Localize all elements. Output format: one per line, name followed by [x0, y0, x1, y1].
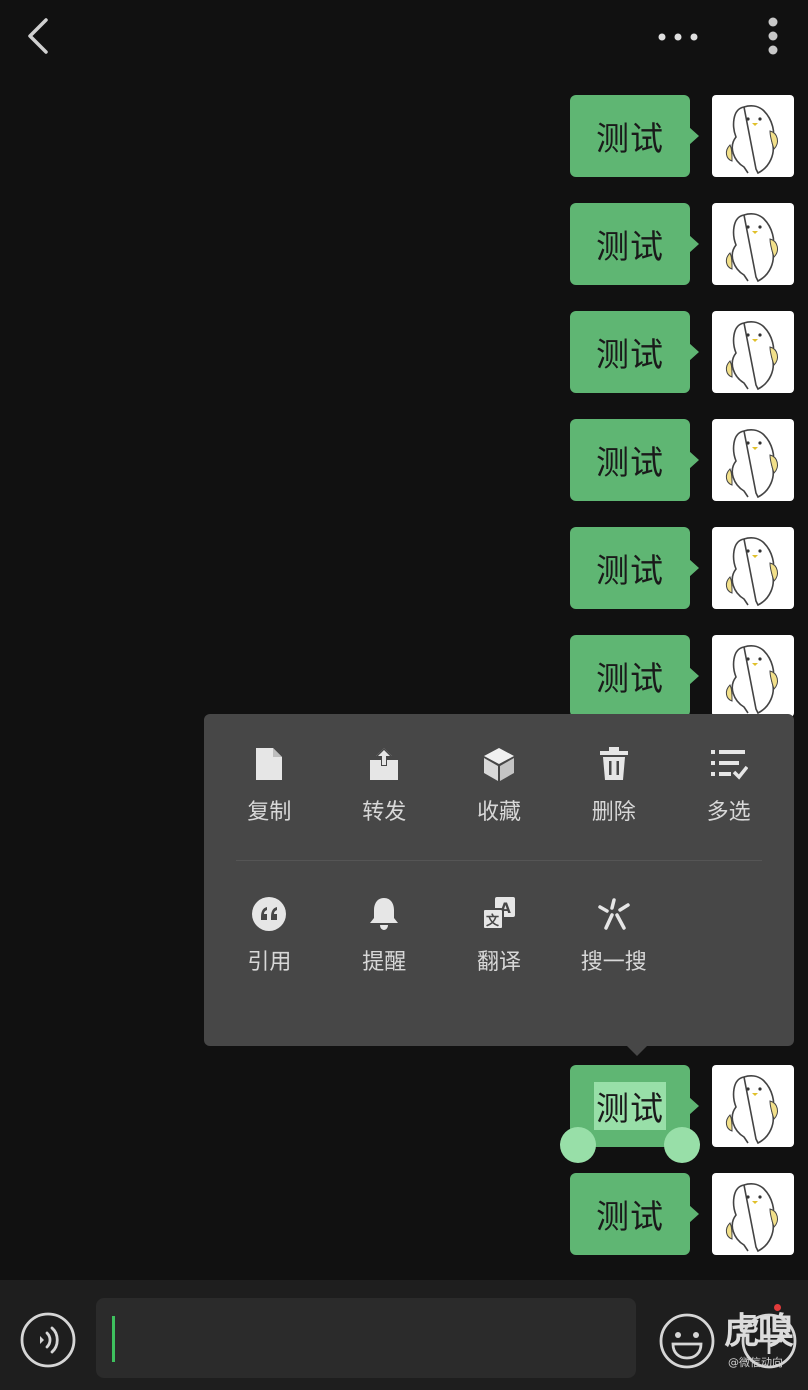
- overflow-menu-button[interactable]: [756, 12, 790, 60]
- message-row: 测试: [570, 526, 794, 610]
- message-row: 测试: [570, 202, 794, 286]
- message-text: 测试: [596, 551, 664, 590]
- menu-item-label: 引用: [247, 950, 292, 975]
- message-row: 测试: [570, 418, 794, 502]
- emoji-button[interactable]: [658, 1312, 716, 1370]
- text-caret: [112, 1316, 115, 1362]
- watermark-text: @微信动向: [728, 1356, 783, 1369]
- chick-avatar-icon: [725, 321, 778, 391]
- message-row: 测试: [570, 94, 794, 178]
- chevron-left-icon: [28, 18, 48, 54]
- bell-icon: [364, 894, 404, 934]
- svg-text:文: 文: [486, 913, 500, 929]
- avatar[interactable]: [712, 527, 794, 609]
- chick-avatar-icon: [725, 1075, 778, 1145]
- message-bubble[interactable]: 测试: [570, 203, 699, 285]
- chick-avatar-icon: [725, 213, 778, 283]
- message-text: 测试: [596, 119, 664, 158]
- chick-avatar-icon: [725, 1183, 778, 1253]
- selection-handle-end[interactable]: [664, 1127, 700, 1163]
- message-bubble[interactable]: 测试: [570, 95, 699, 177]
- message-bubble[interactable]: 测试: [570, 419, 699, 501]
- menu-item-multiselect[interactable]: 多选: [671, 744, 786, 826]
- menu-item-delete[interactable]: 删除: [556, 744, 671, 826]
- document-icon: [249, 744, 289, 784]
- emoji-icon: [659, 1313, 715, 1369]
- avatar[interactable]: [712, 1173, 794, 1255]
- avatar[interactable]: [712, 95, 794, 177]
- top-bar: [0, 0, 808, 76]
- menu-item-forward[interactable]: 转发: [327, 744, 442, 826]
- menu-item-label: 收藏: [476, 800, 521, 825]
- message-row: 测试: [570, 1172, 794, 1256]
- checklist-icon: [709, 744, 749, 784]
- sparkle-search-icon: [594, 894, 634, 934]
- selected-message-text[interactable]: 测试: [594, 1082, 666, 1130]
- menu-item-search[interactable]: 搜一搜: [556, 894, 671, 976]
- menu-item-translate[interactable]: A文 翻译: [442, 894, 557, 976]
- menu-item-label: 复制: [247, 800, 292, 825]
- chick-avatar-icon: [725, 645, 778, 715]
- message-bubble[interactable]: 测试: [570, 1173, 699, 1255]
- menu-item-favorite[interactable]: 收藏: [442, 744, 557, 826]
- context-menu-row-2: 引用 提醒 A文 翻译 搜一搜: [212, 894, 786, 976]
- more-button[interactable]: [652, 22, 704, 52]
- chick-avatar-icon: [725, 429, 778, 499]
- menu-divider: [236, 860, 762, 861]
- message-text: 测试: [596, 335, 664, 374]
- input-bar: [0, 1280, 808, 1390]
- message-context-menu: 复制 转发 收藏 删除 多选 引用 提醒 A 文 翻译 搜一搜: [204, 714, 794, 1056]
- more-horizontal-icon: [658, 33, 698, 41]
- avatar[interactable]: [712, 311, 794, 393]
- chick-avatar-icon: [725, 537, 778, 607]
- trash-icon: [594, 744, 634, 784]
- watermark-logo: 虎嗅: [724, 1311, 794, 1352]
- cube-icon: [479, 744, 519, 784]
- selection-handle-start[interactable]: [560, 1127, 596, 1163]
- menu-item-quote[interactable]: 引用: [212, 894, 327, 976]
- message-text: 测试: [596, 1197, 664, 1236]
- menu-item-label: 搜一搜: [580, 950, 647, 975]
- message-bubble[interactable]: 测试: [570, 311, 699, 393]
- quote-icon: [249, 894, 289, 934]
- message-bubble[interactable]: 测试: [570, 635, 699, 717]
- message-text: 测试: [596, 659, 664, 698]
- watermark-dot: [774, 1304, 781, 1311]
- message-text: 测试: [596, 443, 664, 482]
- menu-item-label: 翻译: [476, 950, 521, 975]
- share-icon: [364, 744, 404, 784]
- message-row: 测试: [570, 634, 794, 718]
- menu-item-copy[interactable]: 复制: [212, 744, 327, 826]
- message-row: 测试: [570, 310, 794, 394]
- voice-input-button[interactable]: [20, 1312, 76, 1368]
- message-text: 测试: [596, 227, 664, 266]
- menu-item-label: 删除: [591, 800, 636, 825]
- voice-icon: [20, 1312, 76, 1368]
- menu-item-remind[interactable]: 提醒: [327, 894, 442, 976]
- avatar[interactable]: [712, 203, 794, 285]
- message-bubble[interactable]: 测试: [570, 527, 699, 609]
- menu-item-label: 转发: [362, 800, 407, 825]
- menu-item-label: 多选: [706, 800, 751, 825]
- chick-avatar-icon: [725, 105, 778, 175]
- avatar[interactable]: [712, 419, 794, 501]
- avatar[interactable]: [712, 635, 794, 717]
- translate-icon: A文: [479, 894, 519, 934]
- avatar[interactable]: [712, 1065, 794, 1147]
- more-vertical-icon: [768, 17, 778, 55]
- back-button[interactable]: [18, 14, 62, 58]
- menu-item-label: 提醒: [362, 950, 407, 975]
- message-input[interactable]: [96, 1298, 636, 1378]
- context-menu-row-1: 复制 转发 收藏 删除 多选: [212, 744, 786, 826]
